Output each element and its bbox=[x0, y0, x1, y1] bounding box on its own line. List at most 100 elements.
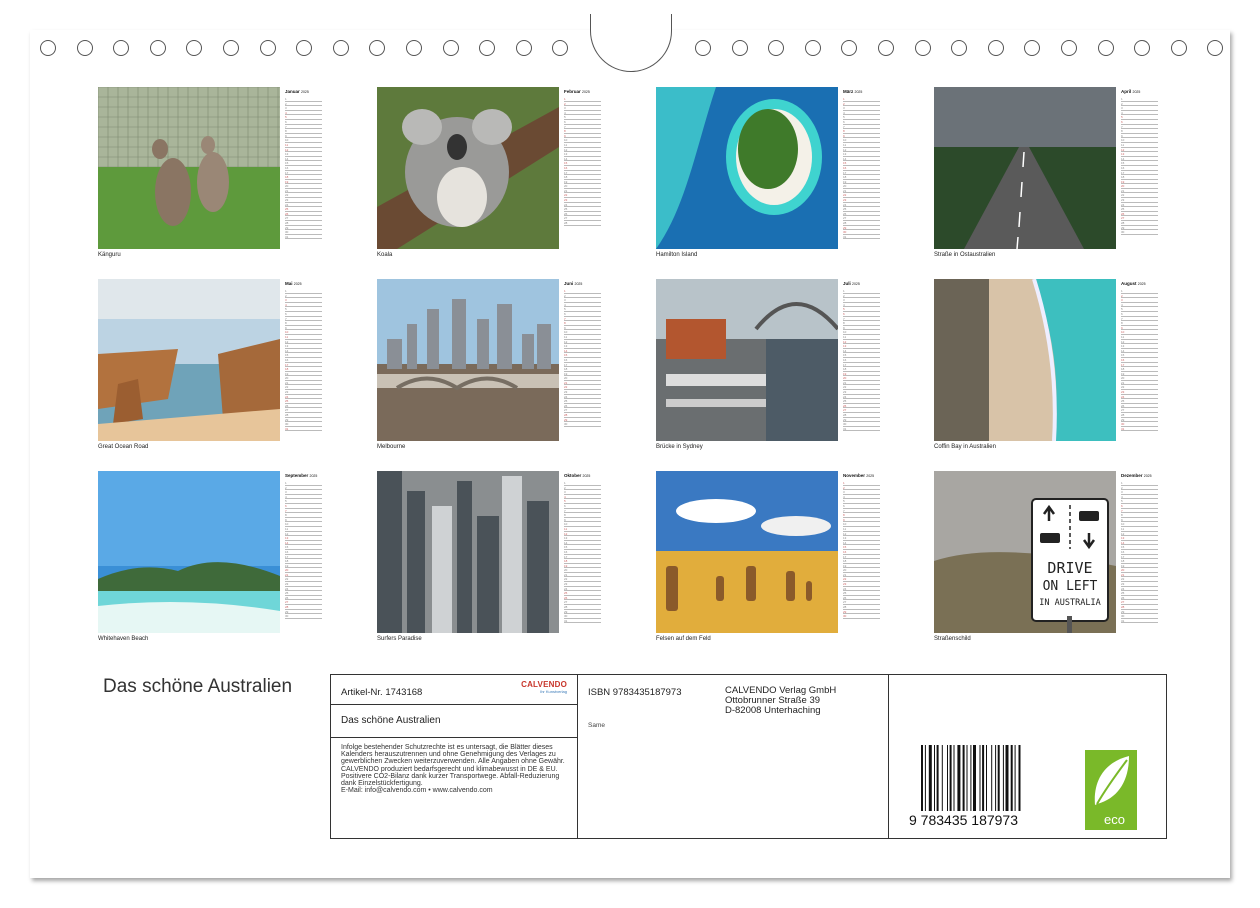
binding-ring bbox=[1170, 40, 1187, 56]
month-title: Juni 2025 bbox=[564, 281, 601, 286]
month-photo-pinnacles bbox=[656, 471, 838, 633]
calendar-day-line: 31 bbox=[564, 619, 601, 624]
month-photo-whitehaven bbox=[98, 471, 280, 633]
photo-caption: Whitehaven Beach bbox=[98, 636, 149, 642]
photo-caption: Hamilton Island bbox=[656, 252, 698, 258]
month-may: Great Ocean Road Mai 2025 1 2 3 4 5 6 7 8 9 10 11 12 1… bbox=[98, 279, 328, 457]
month-name: Februar bbox=[564, 89, 581, 94]
binding-ring bbox=[296, 40, 313, 56]
month-jul: Brücke in Sydney Juli 2025 1 2 3 4 5 6 7 8 9 10 11 12… bbox=[656, 279, 886, 457]
calendar-day-line: 31 bbox=[1121, 427, 1158, 432]
eco-badge: eco bbox=[1085, 750, 1137, 830]
photo-caption: Känguru bbox=[98, 252, 121, 258]
month-year: 2025 bbox=[1137, 282, 1146, 286]
month-dec: DRIVE ON LEFT IN AUSTRALIA Straßenschild Dez… bbox=[934, 471, 1164, 649]
photo-caption: Melbourne bbox=[377, 444, 406, 450]
month-name: August bbox=[1121, 281, 1137, 286]
calendar-day-line: 31 bbox=[285, 235, 322, 240]
photo-caption: Great Ocean Road bbox=[98, 444, 149, 450]
month-name: Juli bbox=[843, 281, 851, 286]
month-jun: Melbourne Juni 2025 1 2 3 4 5 6 7 8 9 10 11 12 13 14 15 1… bbox=[377, 279, 607, 457]
month-calendar: Juli 2025 1 2 3 4 5 6 7 8 9 10 11 12 13 14 15 16 17 18 19 20… bbox=[843, 281, 880, 432]
month-sep: Whitehaven Beach September 2025 1 2 3 4 5 6 7 8 9 1… bbox=[98, 471, 328, 649]
publisher-line-3: D-82008 Unterhaching bbox=[725, 705, 821, 716]
binding-ring bbox=[1097, 40, 1114, 56]
brand-name: CALVENDO bbox=[521, 680, 567, 689]
month-year: 2025 bbox=[309, 474, 318, 478]
binding-ring bbox=[149, 40, 166, 56]
info-column-left: Artikel-Nr. 1743168 CALVENDO Ihr Kunstve… bbox=[331, 675, 578, 838]
binding-ring bbox=[113, 40, 130, 56]
binding-ring bbox=[406, 40, 422, 56]
info-column-right: 9 783435 187973 eco bbox=[889, 675, 1166, 838]
binding-ring bbox=[1024, 40, 1041, 56]
calvendo-logo: CALVENDO Ihr Kunstverlag bbox=[521, 680, 567, 694]
binding-ring bbox=[1061, 40, 1077, 56]
product-title: Das schöne Australien bbox=[341, 715, 441, 726]
month-photo-sydney bbox=[656, 279, 838, 441]
month-oct: Surfers Paradise Oktober 2025 1 2 3 4 5 6 7 8 9 10 1… bbox=[377, 471, 607, 649]
binding-ring bbox=[1134, 40, 1151, 56]
photo-caption: Straße in Ostaustralien bbox=[934, 252, 996, 258]
product-title-row: Das schöne Australien bbox=[331, 705, 577, 738]
binding-ring bbox=[332, 40, 349, 56]
month-title: August 2025 bbox=[1121, 281, 1158, 286]
isbn: ISBN 9783435187973 bbox=[588, 687, 682, 698]
month-year: 2025 bbox=[574, 282, 583, 286]
month-photo-beach-aerial bbox=[934, 279, 1116, 441]
month-name: Januar bbox=[285, 89, 300, 94]
month-year: 2025 bbox=[852, 282, 860, 286]
month-name: Dezember bbox=[1121, 473, 1143, 478]
month-year: 2025 bbox=[1132, 90, 1141, 94]
binding-ring bbox=[768, 40, 785, 56]
month-calendar: September 2025 1 2 3 4 5 6 7 8 9 10 11 12 13 14 15 16 17 1… bbox=[285, 473, 322, 619]
photo-caption: Straßenschild bbox=[934, 636, 971, 642]
month-mar: Hamilton Island März 2025 1 2 3 4 5 6 7 8 9 10 11 12 1… bbox=[656, 87, 886, 265]
month-year: 2025 bbox=[582, 474, 591, 478]
calendar-title: Das schöne Australien bbox=[103, 676, 293, 697]
month-calendar: Februar 2025 1 2 3 4 5 6 7 8 9 10 11 12 13 14 15 16 17 18 1… bbox=[564, 89, 601, 226]
binding-ring bbox=[695, 40, 711, 56]
month-photo-cliffs bbox=[98, 279, 280, 441]
month-name: Mai bbox=[285, 281, 293, 286]
author-name: Same bbox=[588, 722, 605, 729]
month-title: November 2025 bbox=[843, 473, 880, 478]
binding-ring bbox=[479, 40, 496, 56]
month-photo-sign: DRIVE ON LEFT IN AUSTRALIA bbox=[934, 471, 1116, 633]
month-title: Januar 2025 bbox=[285, 89, 322, 94]
month-feb: Koala Februar 2025 1 2 3 4 5 6 7 8 9 10 11 12 13 14 15 16… bbox=[377, 87, 607, 265]
calendar-day-line: 30 bbox=[1121, 230, 1158, 235]
month-jan: Känguru Januar 2025 1 2 3 4 5 6 7 8 9 10 11 12 13 14 15 1… bbox=[98, 87, 328, 265]
article-number: Artikel-Nr. 1743168 bbox=[341, 687, 423, 698]
month-year: 2025 bbox=[293, 282, 302, 286]
binding-ring bbox=[804, 40, 821, 56]
binding-ring bbox=[878, 40, 894, 56]
hanger-cutout bbox=[590, 14, 672, 72]
binding-ring bbox=[731, 40, 748, 56]
info-column-middle: ISBN 9783435187973 Same CALVENDO Verlag … bbox=[578, 675, 889, 838]
eco-label: eco bbox=[1104, 812, 1125, 827]
article-row: Artikel-Nr. 1743168 CALVENDO Ihr Kunstve… bbox=[331, 675, 577, 705]
month-calendar: März 2025 1 2 3 4 5 6 7 8 9 10 11 12 13 14 15 16 17 18 19 20… bbox=[843, 89, 880, 240]
month-photo-island bbox=[656, 87, 838, 249]
binding-ring bbox=[76, 40, 93, 56]
binding-ring bbox=[1207, 40, 1224, 56]
legal-paragraph: Infolge bestehender Schutzrechte ist es … bbox=[341, 744, 565, 766]
binding-ring bbox=[223, 40, 239, 56]
month-calendar: April 2025 1 2 3 4 5 6 7 8 9 10 11 12 13 14 15 16 17 18 19 2… bbox=[1121, 89, 1158, 235]
calendar-day-line: 30 bbox=[564, 422, 601, 427]
publisher-address: CALVENDO Verlag GmbH Ottobrunner Straße … bbox=[725, 686, 836, 716]
month-name: März bbox=[843, 89, 854, 94]
photo-caption: Brücke in Sydney bbox=[656, 444, 703, 450]
month-name: Oktober bbox=[564, 473, 582, 478]
month-title: Dezember 2025 bbox=[1121, 473, 1158, 478]
month-calendar: Januar 2025 1 2 3 4 5 6 7 8 9 10 11 12 13 14 15 16 17 18 19… bbox=[285, 89, 322, 240]
binding-ring bbox=[40, 40, 56, 56]
month-calendar: Dezember 2025 1 2 3 4 5 6 7 8 9 10 11 12 13 14 15 16 17 18… bbox=[1121, 473, 1158, 624]
month-year: 2025 bbox=[301, 90, 309, 94]
month-calendar: August 2025 1 2 3 4 5 6 7 8 9 10 11 12 13 14 15 16 17 18 19… bbox=[1121, 281, 1158, 432]
month-aug: Coffin Bay in Australien August 2025 1 2 3 4 5… bbox=[934, 279, 1164, 457]
month-calendar: Juni 2025 1 2 3 4 5 6 7 8 9 10 11 12 13 14 15 16 17 18 19 20… bbox=[564, 281, 601, 427]
month-photo-skyscrapers bbox=[377, 471, 559, 633]
month-title: April 2025 bbox=[1121, 89, 1158, 94]
